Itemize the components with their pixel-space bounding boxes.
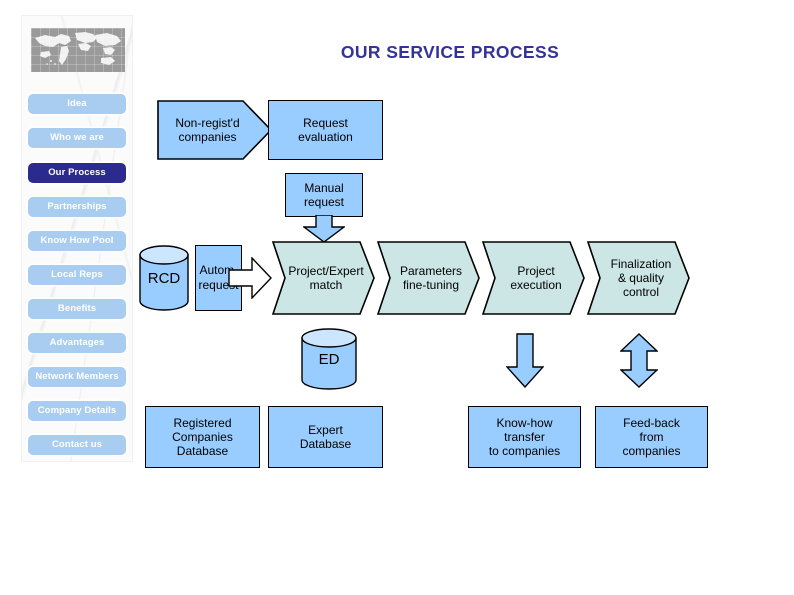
sidebar-item-label: Partnerships: [47, 201, 107, 212]
node-feedback-from-companies[interactable]: Feed-back from companies: [595, 406, 708, 468]
node-manual-request[interactable]: Manual request: [285, 173, 363, 217]
node-label: Know-how transfer to companies: [489, 416, 560, 458]
node-label-line1: Parameters: [399, 264, 463, 278]
node-label-line2: Companies: [172, 430, 233, 444]
node-project-expert-match[interactable]: Project/Expert match: [270, 240, 376, 316]
node-label: Expert Database: [300, 423, 351, 451]
node-label-line2: request: [303, 195, 345, 209]
node-label-line1: Non-regist'd: [175, 116, 240, 130]
sidebar-item-label: Network Members: [35, 371, 119, 382]
arrow-down-manual-to-match: [303, 215, 345, 243]
sidebar-item-label: Idea: [67, 98, 87, 109]
sidebar-item-company-details[interactable]: Company Details: [28, 401, 126, 421]
sidebar-item-local-reps[interactable]: Local Reps: [28, 265, 126, 285]
node-label-line1: Expert: [308, 423, 343, 437]
arrow-right-autom-to-match: [228, 257, 272, 299]
sidebar-item-network-members[interactable]: Network Members: [28, 367, 126, 387]
page-title: OUR SERVICE PROCESS: [340, 42, 560, 62]
sidebar-item-label: Our Process: [48, 167, 106, 178]
sidebar-item-idea[interactable]: Idea: [28, 94, 126, 114]
node-label-line2: & quality: [617, 271, 664, 285]
node-label-line2: from: [639, 430, 664, 444]
sidebar-item-label: Company Details: [37, 405, 117, 416]
node-knowhow-transfer[interactable]: Know-how transfer to companies: [468, 406, 581, 468]
sidebar-item-our-process[interactable]: Our Process: [28, 163, 126, 183]
node-request-evaluation[interactable]: Request evaluation: [268, 100, 383, 160]
node-label-line2: transfer: [504, 430, 545, 444]
node-non-registered-companies[interactable]: Non-regist'd companies: [157, 100, 272, 160]
node-label-line1: Feed-back: [623, 416, 680, 430]
node-label-line1: Know-how: [496, 416, 553, 430]
node-label-line1: Registered: [173, 416, 232, 430]
node-label: ED: [318, 350, 340, 368]
node-label-line2: evaluation: [298, 130, 353, 144]
node-rcd-cylinder[interactable]: RCD: [139, 245, 189, 311]
sidebar-item-advantages[interactable]: Advantages: [28, 333, 126, 353]
node-label: Project execution: [480, 240, 586, 316]
slide-canvas: Idea Who we are Our Process Partnerships…: [0, 0, 794, 595]
node-label-line1: Request: [303, 116, 348, 130]
node-label: Manual request: [304, 181, 344, 209]
node-label-line1: Manual: [304, 181, 344, 195]
arrow-down-knowhow-transfer: [506, 333, 544, 388]
node-finalization-quality-control[interactable]: Finalization & quality control: [585, 240, 691, 316]
node-label-line2: execution: [510, 278, 562, 292]
node-parameters-fine-tuning[interactable]: Parameters fine-tuning: [375, 240, 481, 316]
sidebar-item-partnerships[interactable]: Partnerships: [28, 197, 126, 217]
world-map-logo: [31, 28, 125, 72]
node-project-execution[interactable]: Project execution: [480, 240, 586, 316]
node-label: Project/Expert match: [270, 240, 376, 316]
node-label-line3: control: [622, 285, 659, 299]
sidebar-item-contact-us[interactable]: Contact us: [28, 435, 126, 455]
sidebar-item-benefits[interactable]: Benefits: [28, 299, 126, 319]
node-label-line2: match: [309, 278, 343, 292]
sidebar-item-know-how-pool[interactable]: Know How Pool: [28, 231, 126, 251]
node-label-line1: Finalization: [610, 257, 672, 271]
node-label-line3: companies: [622, 444, 681, 458]
node-expert-database[interactable]: Expert Database: [268, 406, 383, 468]
node-registered-companies-database[interactable]: Registered Companies Database: [145, 406, 260, 468]
sidebar: Idea Who we are Our Process Partnerships…: [22, 16, 132, 461]
node-label-line1: Project/Expert: [288, 264, 364, 278]
node-label-line3: to companies: [488, 444, 561, 458]
sidebar-item-label: Contact us: [51, 439, 103, 450]
sidebar-item-label: Local Reps: [51, 269, 103, 280]
node-ed-cylinder[interactable]: ED: [301, 328, 357, 390]
node-label-line2: companies: [178, 130, 237, 144]
sidebar-item-label: Benefits: [57, 303, 97, 314]
sidebar-item-label: Who we are: [50, 132, 104, 143]
arrow-up-down-feedback: [620, 333, 658, 388]
node-label-line1: Project: [517, 264, 555, 278]
world-map-grid: [31, 28, 125, 72]
sidebar-item-label: Advantages: [49, 337, 105, 348]
node-label: Registered Companies Database: [172, 416, 233, 458]
sidebar-item-label: Know How Pool: [40, 235, 114, 246]
node-label: Request evaluation: [298, 116, 353, 144]
node-label-line2: Database: [299, 437, 352, 451]
sidebar-item-who-we-are[interactable]: Who we are: [28, 128, 126, 148]
node-label: RCD: [147, 269, 181, 287]
node-label: Finalization & quality control: [585, 240, 691, 316]
node-label: Non-regist'd companies: [157, 100, 272, 160]
node-label: Parameters fine-tuning: [375, 240, 481, 316]
node-label: Feed-back from companies: [622, 416, 680, 458]
node-label-line3: Database: [176, 444, 229, 458]
node-label-line2: fine-tuning: [402, 278, 460, 292]
